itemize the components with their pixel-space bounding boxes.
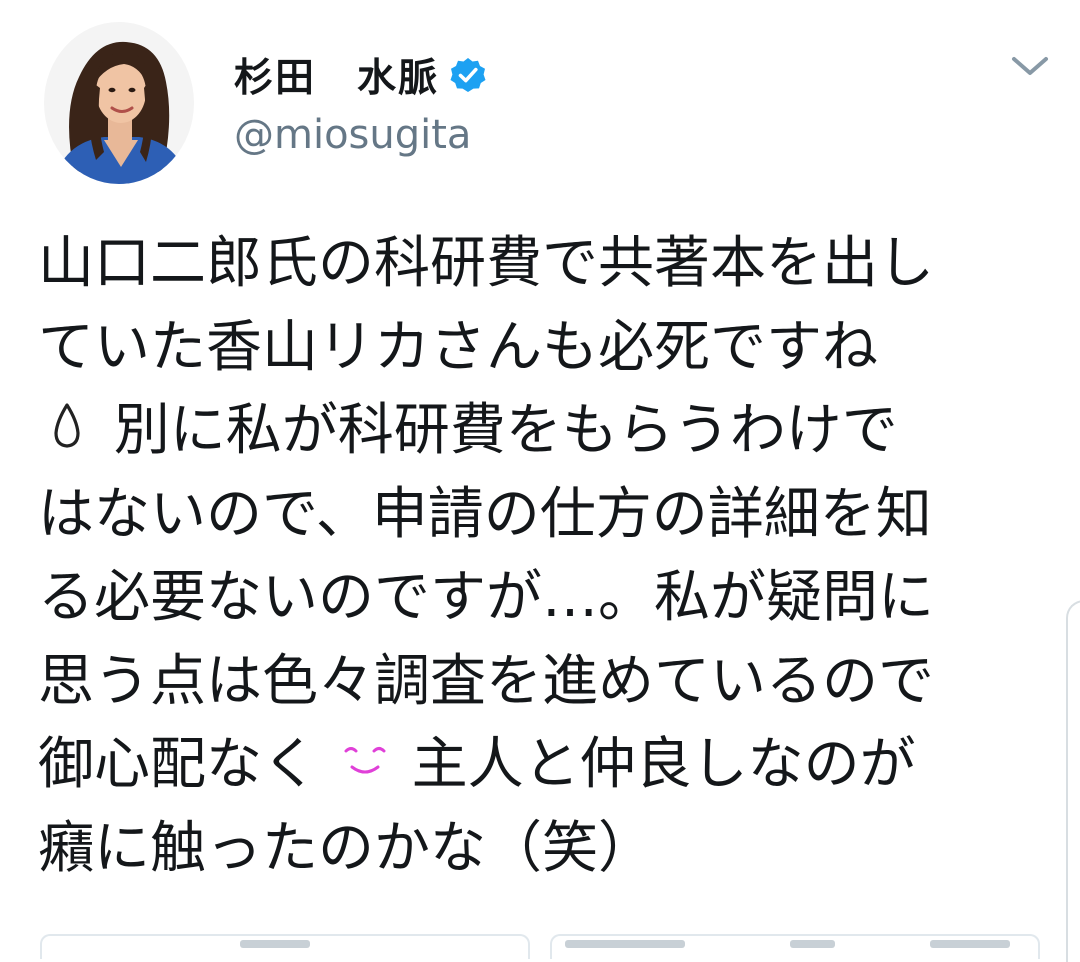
smiling-emoji [336, 729, 394, 785]
tweet-text-segment: 別に私が科研費をもらうわけで [96, 398, 898, 463]
droplet-emoji [38, 395, 96, 451]
display-name[interactable]: 杉田 水脈 [234, 47, 439, 103]
attached-image-fragment [565, 940, 685, 948]
tweet-text: 山口二郎氏の科研費で共著本を出し ていた香山リカさんも必死ですね 別に私が科研費… [38, 222, 1068, 890]
tweet-text-line: 別に私が科研費をもらうわけで [38, 389, 1068, 473]
tweet-text-line: 山口二郎氏の科研費で共著本を出し [38, 222, 1068, 306]
name-row: 杉田 水脈 [234, 47, 487, 103]
attached-image-fragment [240, 940, 310, 948]
attached-image-fragment [790, 940, 835, 948]
chevron-down-icon[interactable] [1008, 52, 1052, 82]
verified-badge-icon [449, 56, 487, 94]
tweet-text-line: はないので、申請の仕方の詳細を知 [38, 473, 1068, 557]
attached-image-fragment [930, 940, 1010, 948]
tweet-text-segment: る必要ないのですが…。私が疑問に [38, 565, 934, 630]
tweet-text-line: 御心配なく 主人と仲良しなのが [38, 723, 1068, 807]
tweet-text-segment: はないので、申請の仕方の詳細を知 [38, 481, 932, 547]
avatar[interactable] [44, 22, 194, 184]
tweet-text-segment: 主人と仲良しなのが [393, 732, 916, 797]
tweet-text-line: 思う点は色々調査を進めているので [38, 640, 1068, 724]
handle[interactable]: @miosugita [234, 112, 471, 158]
tweet-text-segment: 癪に触ったのかな（笑） [38, 815, 654, 881]
tweet-text-segment: 御心配なく [38, 732, 336, 797]
adjacent-panel-edge [1066, 600, 1080, 962]
tweet-text-segment: 山口二郎氏の科研費で共著本を出し [38, 231, 934, 296]
tweet-text-segment: 思う点は色々調査を進めているので [38, 648, 934, 714]
tweet-text-segment: ていた香山リカさんも必死ですね [38, 314, 878, 380]
tweet-text-line: 癪に触ったのかな（笑） [38, 807, 1068, 891]
tweet-text-line: る必要ないのですが…。私が疑問に [38, 556, 1068, 640]
tweet-text-line: ていた香山リカさんも必死ですね [38, 306, 1068, 390]
tweet: 杉田 水脈 @miosugita 山口二郎氏の科研費で共著本を出し ていた香山リ… [0, 0, 1080, 962]
